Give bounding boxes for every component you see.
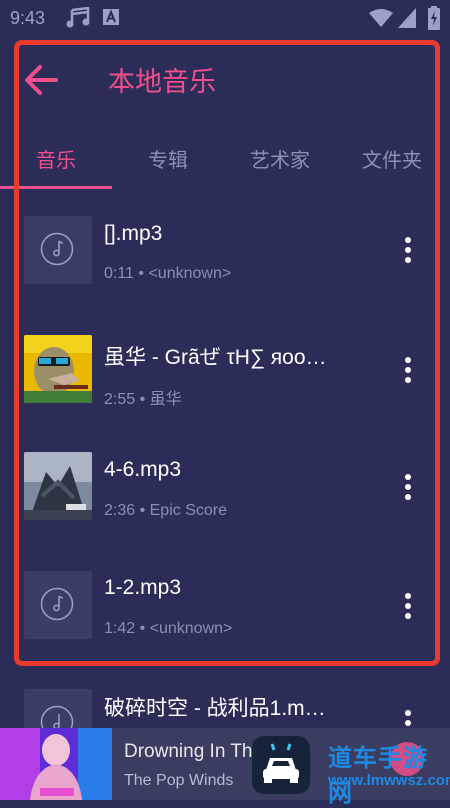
track-row[interactable]: 4-6.mp3 2:36 • Epic Score	[0, 430, 450, 547]
now-playing-bar[interactable]: Drowning In The Dark The Pop Winds 道车手游网…	[0, 728, 450, 807]
tab-folders[interactable]: 文件夹	[362, 144, 422, 173]
car-logo-icon	[263, 743, 299, 783]
epic-cover-art	[24, 452, 92, 520]
app-bar: 本地音乐	[0, 36, 450, 120]
page-title: 本地音乐	[108, 67, 216, 97]
track-row[interactable]: 虽华 - Grãぜ τΗ∑ яoo… 2:55 • 虽华	[0, 313, 450, 430]
more-options-button[interactable]	[396, 470, 420, 510]
more-options-button[interactable]	[396, 353, 420, 393]
album-art-icon	[0, 728, 112, 800]
signal-icon	[398, 8, 416, 28]
back-button[interactable]	[20, 58, 64, 102]
track-title: 破碎时空 - 战利品1.m…	[104, 697, 326, 720]
track-row[interactable]: 1-2.mp3 1:42 • <unknown>	[0, 547, 450, 664]
battery-icon	[428, 6, 440, 30]
tab-indicator	[0, 186, 112, 189]
tab-bar: 音乐 专辑 艺术家 文件夹	[0, 124, 450, 190]
zombie-art-icon	[24, 335, 92, 403]
tab-artists[interactable]: 艺术家	[250, 144, 310, 173]
default-cover	[24, 571, 92, 639]
music-notification-icon	[66, 7, 90, 28]
tab-music[interactable]: 音乐	[36, 144, 76, 173]
track-row[interactable]: [].mp3 0:11 • <unknown>	[0, 196, 450, 313]
wifi-icon	[369, 9, 393, 27]
track-title: 1-2.mp3	[104, 576, 182, 599]
watermark-logo	[252, 736, 310, 794]
status-time: 9:43	[10, 8, 46, 28]
now-playing-art	[0, 728, 112, 800]
music-disc-icon	[40, 587, 74, 621]
default-cover	[24, 216, 92, 284]
watermark-url: www.lmwwsz.com	[328, 772, 450, 789]
more-options-button[interactable]	[396, 589, 420, 629]
track-row[interactable]: 破碎时空 - 战利品1.m…	[0, 664, 450, 757]
track-meta: 2:36 • Epic Score	[104, 502, 227, 519]
track-title: 虽华 - Grãぜ τΗ∑ яoo…	[104, 346, 327, 369]
arrow-left-icon	[25, 65, 58, 95]
status-bar: 9:43	[0, 0, 450, 36]
track-meta: 0:11 • <unknown>	[104, 265, 232, 282]
zombie-cover-art	[24, 335, 92, 403]
tab-albums[interactable]: 专辑	[148, 144, 188, 173]
track-meta: 2:55 • 虽华	[104, 391, 182, 408]
music-disc-icon	[40, 232, 74, 266]
track-title: 4-6.mp3	[104, 458, 182, 481]
epic-art-icon	[24, 452, 92, 520]
track-title: [].mp3	[104, 222, 163, 245]
track-meta: 1:42 • <unknown>	[104, 620, 233, 637]
more-options-button[interactable]	[396, 233, 420, 273]
app-notification-icon	[103, 9, 119, 25]
now-playing-artist: The Pop Winds	[124, 772, 234, 789]
